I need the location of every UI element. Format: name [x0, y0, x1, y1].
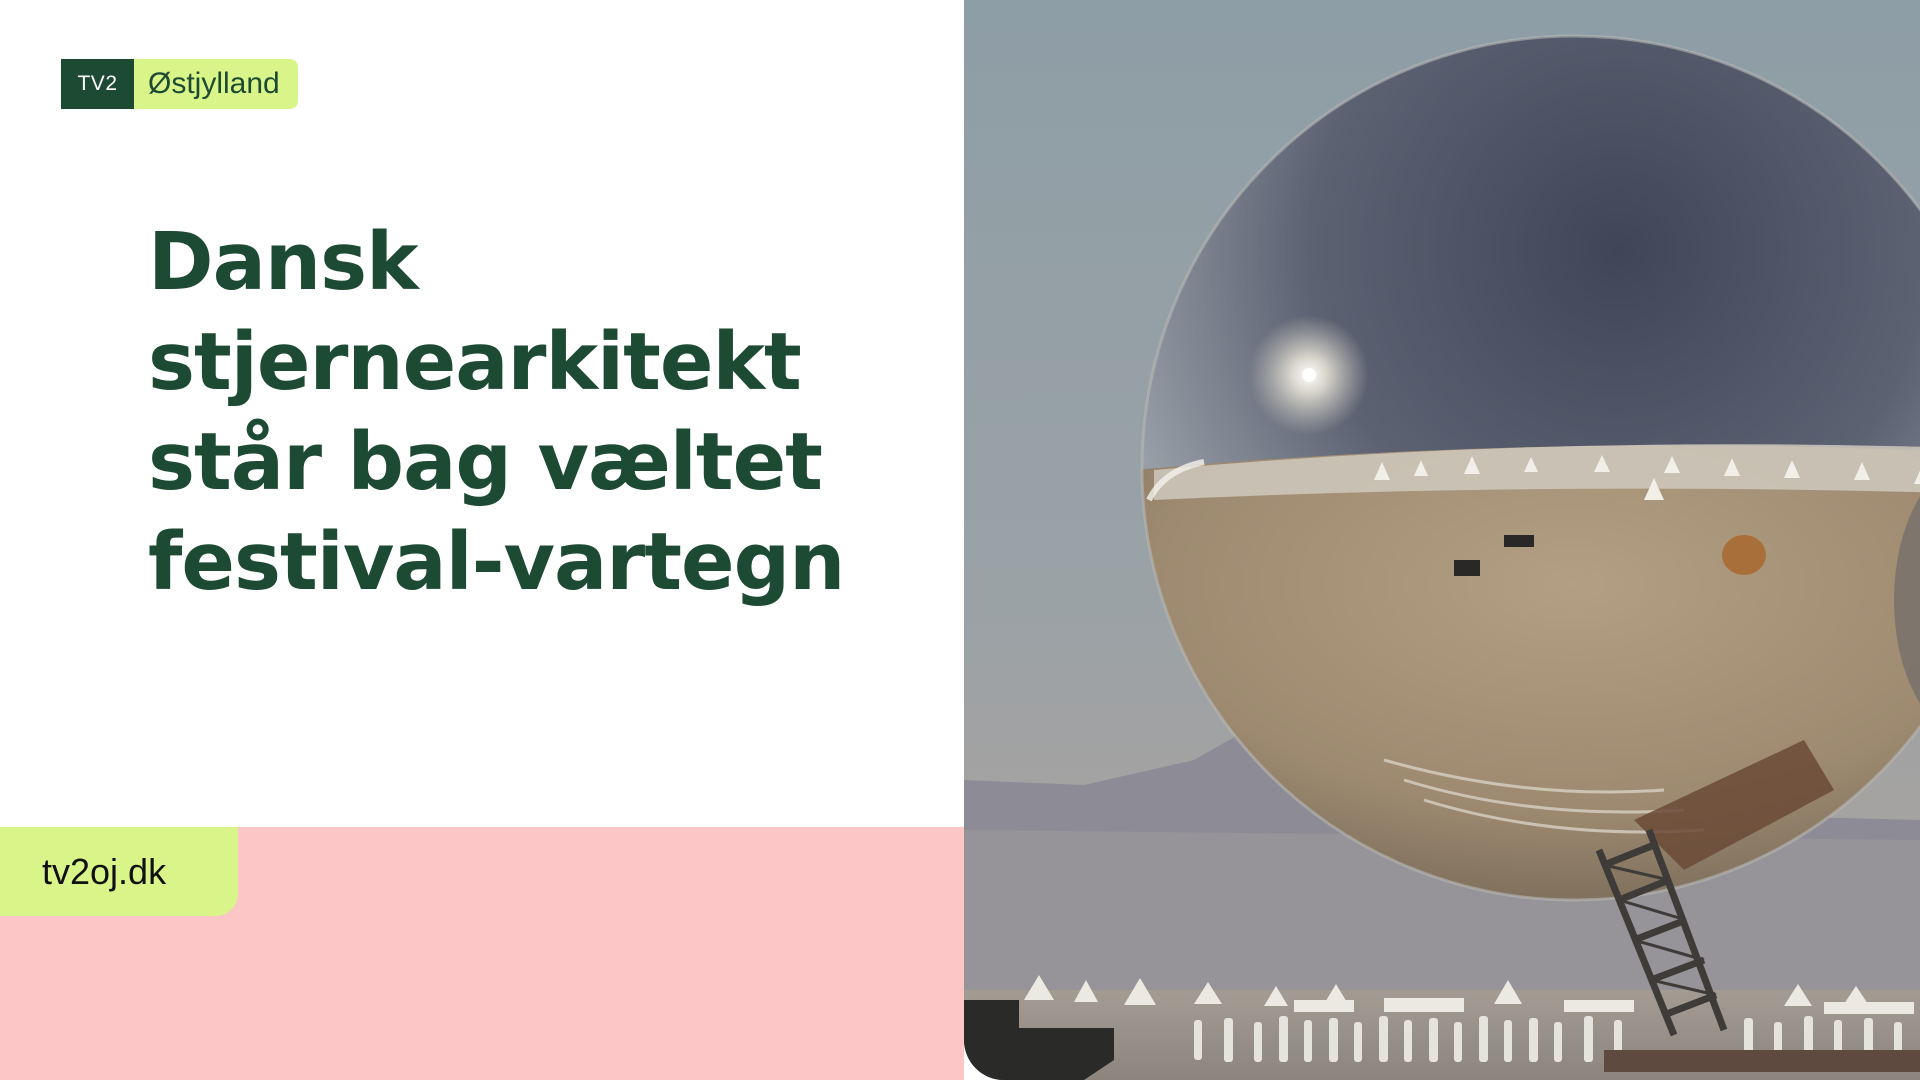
logo-brand: TV2: [61, 59, 134, 109]
headline-line: Dansk: [148, 216, 419, 308]
left-panel: TV2 Østjylland Dansk stjernearkitekt stå…: [0, 0, 964, 1080]
headline-line: står bag væltet: [148, 416, 823, 508]
headline-line: festival-vartegn: [148, 516, 845, 608]
headline-line: stjernearkitekt: [148, 316, 802, 408]
tv2-ostjylland-logo[interactable]: TV2 Østjylland: [61, 59, 298, 109]
headline: Dansk stjernearkitekt står bag væltet fe…: [148, 212, 928, 612]
mirrored-sphere-photo: [964, 0, 1920, 1080]
photo-illustration: [964, 0, 1920, 1080]
site-url-badge[interactable]: tv2oj.dk: [0, 827, 238, 916]
logo-region: Østjylland: [134, 59, 298, 109]
